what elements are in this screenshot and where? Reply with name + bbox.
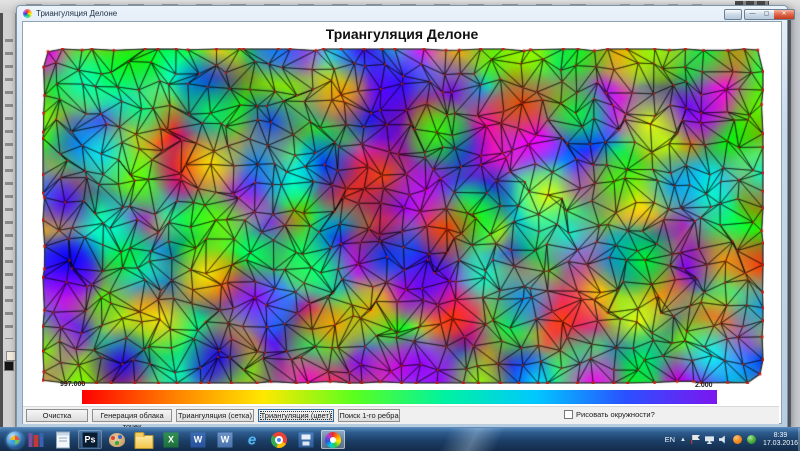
app-window: Триангуляция Делоне — ▢ ✕ Триангуляция Д… <box>16 5 788 428</box>
wordpad-icon[interactable]: W <box>213 430 237 449</box>
checkbox-box[interactable] <box>564 410 573 419</box>
close-button[interactable]: ✕ <box>774 9 795 20</box>
delaunay-app-icon[interactable] <box>321 430 345 449</box>
internet-explorer-icon[interactable]: e <box>240 430 264 449</box>
clock[interactable]: 8:39 17.03.2016 <box>763 432 798 448</box>
language-indicator[interactable]: EN <box>665 435 675 444</box>
background-right-panel <box>786 13 800 427</box>
floppy-icon[interactable] <box>294 430 318 449</box>
checkbox-label: Рисовать окружности? <box>576 410 655 419</box>
button-4[interactable]: Триангуляция (цвет) <box>258 409 334 422</box>
button-3[interactable]: Триангуляция (сетка) <box>176 409 254 422</box>
word-icon[interactable]: W <box>186 430 210 449</box>
orange-ball-icon[interactable] <box>733 435 742 444</box>
triangulation-canvas[interactable] <box>42 48 764 384</box>
close-icon: ✕ <box>774 10 794 19</box>
button-2[interactable]: Генерация облака точек <box>92 409 172 422</box>
tool-icons-column <box>5 39 13 339</box>
button-1[interactable]: Очистка <box>26 409 88 422</box>
titlebar[interactable]: Триангуляция Делоне — ▢ ✕ <box>17 6 787 21</box>
system-tray: EN ▲ 8:39 17.03.2016 <box>665 428 798 451</box>
colorbar-gradient <box>82 390 717 404</box>
notepad-icon[interactable] <box>51 430 75 449</box>
clock-time: 8:39 <box>763 432 798 440</box>
hidden-icons-arrow[interactable]: ▲ <box>680 437 686 443</box>
photoshop-icon[interactable]: Ps <box>78 430 102 449</box>
clock-date: 17.03.2016 <box>763 440 798 448</box>
maximize-button[interactable]: ▢ <box>759 9 775 20</box>
button-5[interactable]: Поиск 1-го ребра <box>338 409 400 422</box>
colorbar-max-label: 2.000 <box>695 382 713 389</box>
taskbar: PsXWWe EN ▲ 8:39 17.03.2016 <box>0 427 800 451</box>
explorer-icon[interactable] <box>132 430 156 449</box>
titlebar-extra-button[interactable] <box>724 9 742 20</box>
window-title: Триангуляция Делоне <box>36 9 117 18</box>
client-area: Триангуляция Делоне 997.000 2.000 Очистк… <box>22 21 782 424</box>
taskbar-glass-streak <box>430 428 520 451</box>
foreground-color-swatch <box>4 361 14 371</box>
maximize-icon: ▢ <box>759 10 774 19</box>
controls-row: Очистка Генерация облака точек Триангуляци… <box>23 406 779 424</box>
background-color-swatch <box>6 351 16 361</box>
winrar-icon[interactable] <box>24 430 48 449</box>
colorbar-min-label: 997.000 <box>60 381 85 388</box>
page-title: Триангуляция Делоне <box>23 26 781 42</box>
chrome-icon[interactable] <box>267 430 291 449</box>
minimize-icon: — <box>745 10 760 19</box>
draw-circles-checkbox[interactable]: Рисовать окружности? <box>564 410 655 419</box>
green-ball-icon[interactable] <box>747 435 756 444</box>
app-icon <box>23 9 32 18</box>
excel-icon[interactable]: X <box>159 430 183 449</box>
action-center-flag-icon[interactable] <box>691 435 700 444</box>
photoshop-tool-panel[interactable] <box>0 13 17 427</box>
network-icon[interactable] <box>705 435 714 444</box>
volume-icon[interactable] <box>719 435 728 444</box>
paint-icon[interactable] <box>105 430 129 449</box>
